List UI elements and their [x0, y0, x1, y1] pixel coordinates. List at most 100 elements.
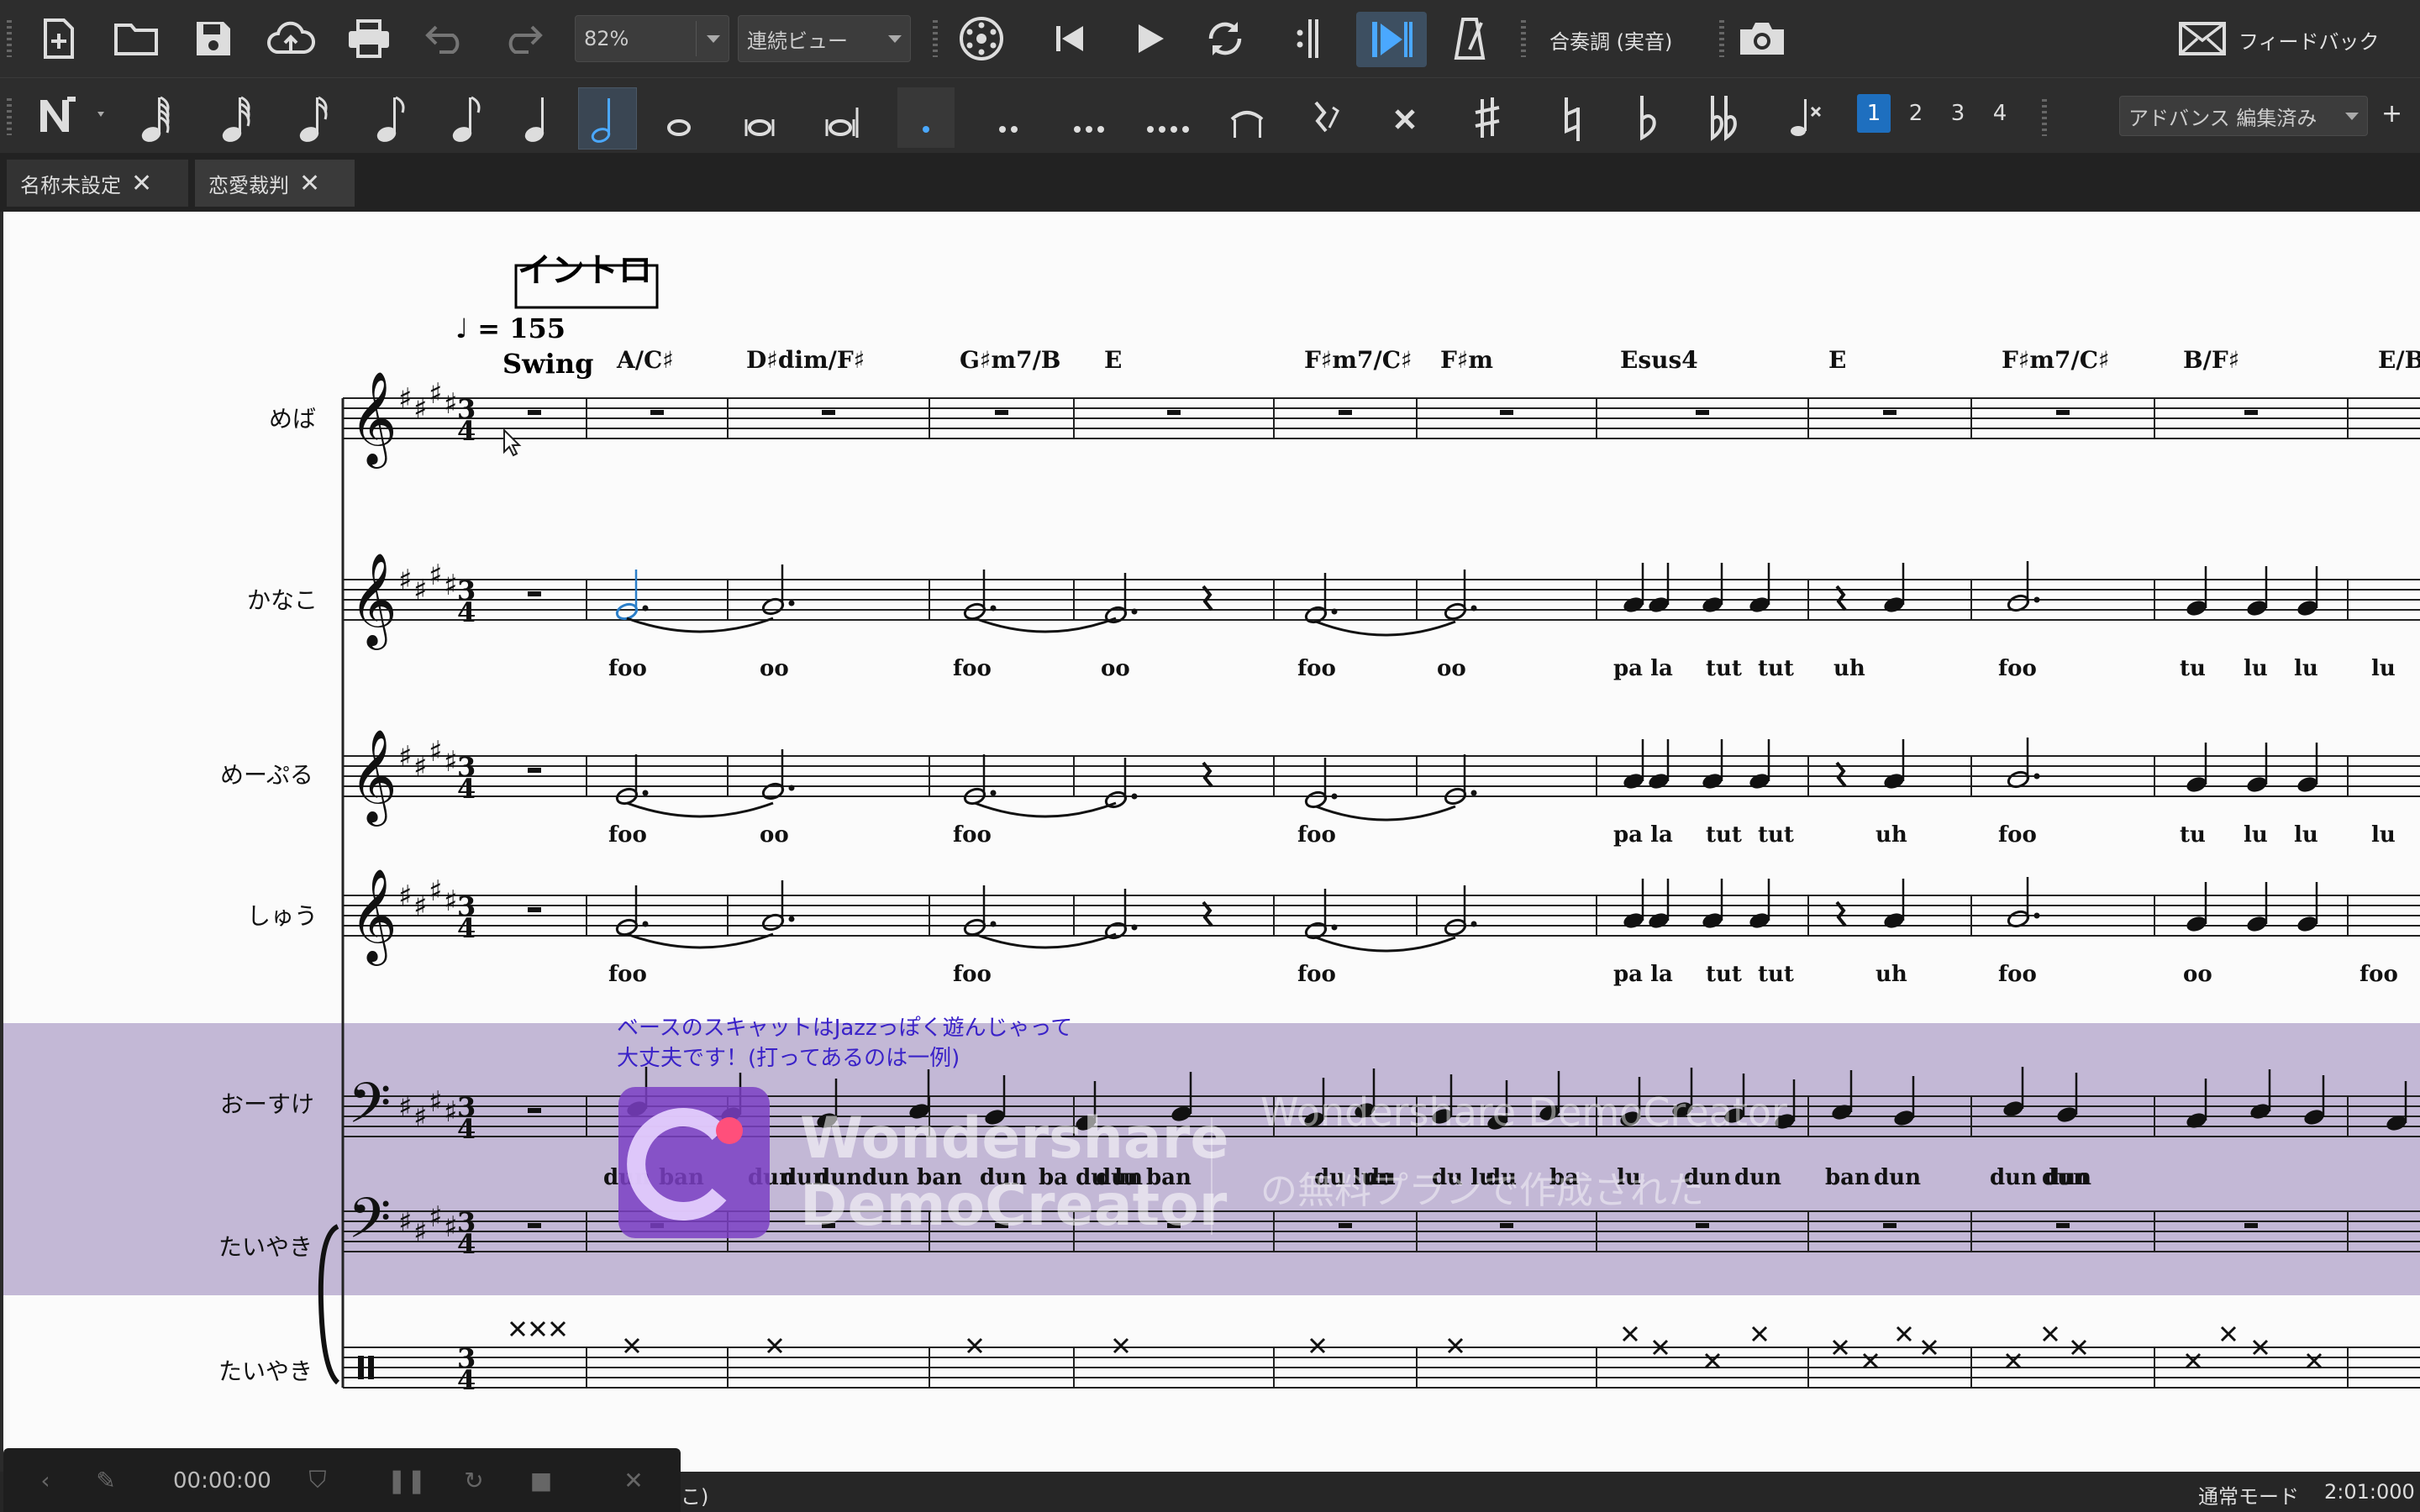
loop-icon[interactable]	[1203, 17, 1247, 60]
lyric[interactable]: oo	[760, 822, 789, 848]
toolbar-grip[interactable]	[1521, 20, 1526, 57]
rewind-icon[interactable]	[1050, 20, 1089, 57]
lyric[interactable]: tut	[1758, 962, 1794, 987]
lyric[interactable]: uh	[1833, 656, 1865, 681]
stop-icon[interactable]: ■	[524, 1463, 558, 1497]
pen-icon[interactable]: ✎	[89, 1463, 123, 1497]
staff-name[interactable]: たいやき	[218, 1233, 313, 1261]
chord-symbol[interactable]: E/B	[2378, 346, 2420, 374]
key-signature-sharp[interactable]: ♯	[429, 1085, 442, 1119]
close-icon[interactable]: ✕	[131, 169, 152, 198]
time-signature-bottom[interactable]: 4	[457, 596, 476, 628]
percussion-note[interactable]	[2005, 1352, 2022, 1369]
rehearsal-mark[interactable]: イントロ	[518, 250, 652, 290]
cloud-upload-icon[interactable]	[266, 17, 316, 60]
bass-clef[interactable]: 𝄢	[348, 1186, 391, 1264]
lyric[interactable]: dun ban	[862, 1165, 962, 1190]
lyric[interactable]: dun	[1096, 1165, 1143, 1190]
lyric[interactable]: dun	[2042, 1165, 2089, 1190]
tab-untitled[interactable]: 名称未設定 ✕	[7, 160, 188, 207]
toolbar-grip[interactable]	[1719, 20, 1724, 57]
lyric[interactable]: ba	[1549, 1165, 1579, 1190]
tie[interactable]	[1315, 805, 1456, 822]
chord-symbol[interactable]: G♯m7/B	[960, 346, 1060, 374]
lyric[interactable]: lu	[2294, 822, 2318, 848]
voice-2-button[interactable]: 2	[1899, 94, 1933, 133]
whole-rest[interactable]	[1696, 410, 1709, 415]
lyric[interactable]: ban	[1825, 1165, 1870, 1190]
lyric[interactable]: tu	[2180, 656, 2206, 681]
lyric[interactable]: tut	[1706, 962, 1742, 987]
breve-icon[interactable]	[731, 87, 788, 148]
play-repeats-icon[interactable]	[1356, 12, 1427, 67]
concert-pitch-toggle[interactable]: 合奏調 (実音)	[1549, 25, 1672, 55]
score-canvas[interactable]: 𝄞 ♯ ♯ ♯ ♯ 3 4 𝄞 ♯ ♯ ♯ ♯ 3 4 𝄞 ♯ ♯ ♯ ♯ 3 4 𝄞 ♯ ♯ ♯ ♯ 3 4 𝄢 ♯ ♯ ♯ ♯ 3 4 𝄢 ♯ ♯ ♯ ♯…	[3, 212, 2420, 1472]
key-signature-sharp[interactable]: ♯	[444, 745, 457, 779]
chord-symbol[interactable]: D♯dim/F♯	[746, 346, 865, 374]
whole-rest[interactable]	[650, 410, 664, 415]
key-signature-sharp[interactable]: ♯	[444, 387, 457, 421]
whole-rest[interactable]	[2244, 1223, 2258, 1228]
key-signature-sharp[interactable]: ♯	[398, 382, 412, 416]
feedback-button[interactable]: フィードバック	[2238, 25, 2380, 55]
chord-symbol[interactable]: E	[1828, 346, 1846, 374]
workspace-select[interactable]: アドバンス 編集済み	[2119, 96, 2368, 136]
chord-symbol[interactable]: F♯m7/C♯	[1304, 346, 1413, 374]
lyric[interactable]: lu	[2371, 822, 2396, 848]
longa-icon[interactable]	[815, 87, 872, 148]
undo-icon[interactable]	[424, 18, 469, 59]
metronome-icon[interactable]	[1450, 15, 1489, 62]
eighth-note-alt-icon[interactable]	[440, 87, 497, 148]
tie[interactable]	[1315, 620, 1456, 637]
time-signature-bottom[interactable]: 4	[457, 912, 476, 944]
sharp-icon[interactable]	[1459, 87, 1516, 148]
key-signature-sharp[interactable]: ♯	[398, 1090, 412, 1124]
percussion-note[interactable]	[2220, 1326, 2237, 1342]
lyric[interactable]: foo	[1998, 822, 2037, 848]
percussion-note[interactable]	[2042, 1326, 2059, 1342]
key-signature-sharp[interactable]: ♯	[444, 1095, 457, 1129]
time-signature-bottom[interactable]: 4	[457, 1113, 476, 1145]
key-signature-sharp[interactable]: ♯	[444, 1210, 457, 1244]
whole-rest[interactable]	[528, 410, 541, 415]
lyric[interactable]: foo	[953, 656, 992, 681]
percussion-note[interactable]	[1896, 1326, 1912, 1342]
lyric[interactable]: oo	[1101, 656, 1130, 681]
toolbar-grip[interactable]	[933, 20, 938, 57]
toolbar-grip[interactable]	[7, 98, 12, 135]
lyric[interactable]: foo	[1297, 656, 1336, 681]
lyric[interactable]: lu	[1617, 1165, 1641, 1190]
lyric[interactable]: oo	[760, 656, 789, 681]
key-signature-sharp[interactable]: ♯	[398, 564, 412, 597]
percussion-note[interactable]	[1622, 1326, 1639, 1342]
whole-note-icon[interactable]	[650, 87, 708, 148]
chord-symbol[interactable]: E	[1104, 346, 1122, 374]
time-signature-bottom[interactable]: 4	[457, 1228, 476, 1260]
tie-icon[interactable]	[1218, 87, 1276, 148]
whole-rest[interactable]	[1883, 410, 1897, 415]
lyric[interactable]: lu	[2244, 656, 2268, 681]
lyric[interactable]: dun	[1874, 1165, 1921, 1190]
lyric[interactable]: foo	[608, 822, 647, 848]
lyric[interactable]: lu	[2244, 822, 2268, 848]
percussion-note[interactable]	[1309, 1337, 1326, 1354]
lyric[interactable]: foo	[608, 656, 647, 681]
lyric[interactable]: uh	[1876, 962, 1907, 987]
quadruple-dot-icon[interactable]	[1139, 87, 1197, 148]
treble-clef[interactable]: 𝄞	[350, 552, 397, 650]
time-signature-bottom[interactable]: 4	[457, 415, 476, 447]
whole-rest[interactable]	[528, 907, 541, 912]
lyric[interactable]: foo	[1998, 962, 2037, 987]
chord-symbol[interactable]: F♯m	[1440, 346, 1493, 374]
whole-rest[interactable]	[650, 1223, 664, 1228]
lyric[interactable]: dun	[1734, 1165, 1781, 1190]
key-signature-sharp[interactable]: ♯	[429, 874, 442, 908]
play-icon[interactable]	[1131, 20, 1170, 57]
key-signature-sharp[interactable]: ♯	[429, 377, 442, 411]
lyric[interactable]: foo	[953, 962, 992, 987]
treble-clef[interactable]: 𝄞	[350, 868, 397, 966]
dot-icon[interactable]	[897, 87, 955, 148]
lyric[interactable]: pa la	[1613, 822, 1673, 848]
whole-rest[interactable]	[1167, 1223, 1181, 1228]
staff-name[interactable]: しゅう	[247, 902, 318, 930]
